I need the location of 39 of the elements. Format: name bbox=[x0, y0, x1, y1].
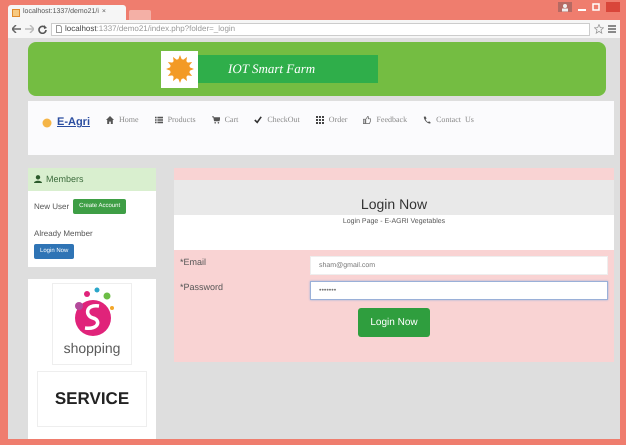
url-text: localhost:1337/demo21/index.php?folder=_login bbox=[65, 23, 236, 35]
list-icon bbox=[154, 116, 163, 124]
field-label: *Email bbox=[180, 256, 208, 268]
already-member-label: Already Member bbox=[34, 228, 93, 240]
maximize-icon[interactable] bbox=[592, 3, 600, 11]
phone-icon bbox=[423, 116, 432, 124]
login-button[interactable]: Login Now bbox=[358, 308, 430, 336]
shopping-text: shopping bbox=[64, 339, 120, 358]
home-icon bbox=[106, 116, 114, 124]
field-label: *Password bbox=[180, 280, 224, 294]
brand-link[interactable]: E-Agri bbox=[42, 114, 90, 131]
address-bar[interactable]: localhost:1337/demo21/index.php?folder=_login bbox=[51, 22, 590, 36]
forward-icon[interactable] bbox=[25, 25, 34, 33]
thumbs-up-icon bbox=[363, 116, 372, 124]
user-icon bbox=[34, 175, 42, 184]
service-ad: SERVICE bbox=[37, 371, 147, 426]
nav-link[interactable]: CheckOut bbox=[254, 114, 300, 126]
grid-icon bbox=[316, 116, 324, 124]
reload-icon[interactable] bbox=[38, 24, 47, 34]
nav-link[interactable]: Feedback bbox=[363, 114, 408, 126]
nav-link[interactable]: Products bbox=[154, 114, 196, 126]
page-icon bbox=[56, 25, 62, 33]
menu-icon[interactable] bbox=[608, 25, 616, 33]
cart-icon bbox=[212, 116, 220, 124]
login-title: Login Now bbox=[360, 194, 428, 214]
star-icon[interactable] bbox=[594, 24, 604, 34]
back-icon[interactable] bbox=[12, 25, 21, 33]
logo-icon bbox=[161, 50, 198, 88]
nav-link[interactable]: Contact Us bbox=[423, 114, 474, 126]
sun-icon bbox=[42, 118, 52, 128]
check-icon bbox=[254, 116, 262, 124]
card-title: Members bbox=[46, 172, 84, 186]
page-icon bbox=[12, 8, 20, 16]
banner-title: IOT Smart Farm bbox=[198, 55, 378, 84]
user-icon[interactable] bbox=[558, 2, 572, 12]
nav-link[interactable]: Order bbox=[316, 114, 348, 126]
new-user-label: New User bbox=[34, 200, 70, 212]
nav-link[interactable]: Home bbox=[106, 114, 139, 126]
nav-link[interactable]: Cart bbox=[212, 114, 238, 126]
